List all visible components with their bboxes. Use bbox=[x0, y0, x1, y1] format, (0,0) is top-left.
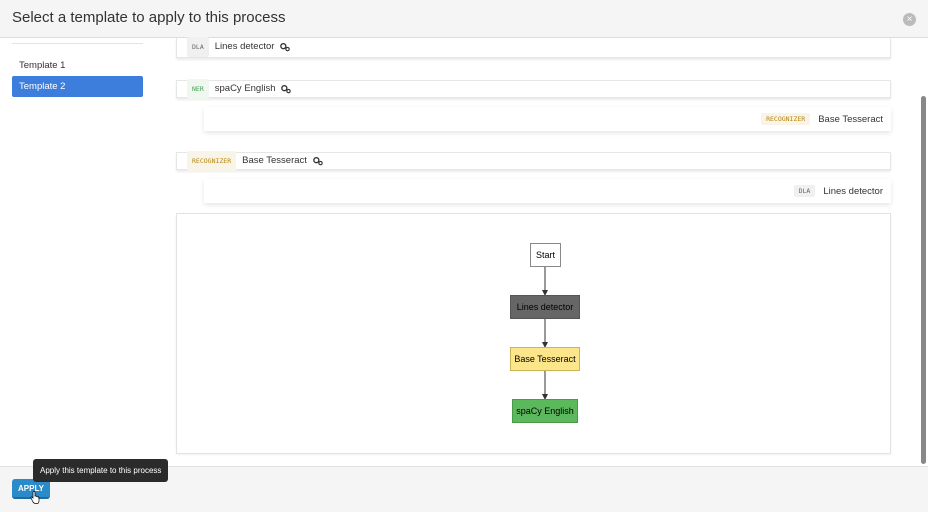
template-item-2[interactable]: Template 2 bbox=[12, 76, 143, 97]
task-label: Base Tesseract bbox=[242, 155, 307, 166]
task-type-badge: NER bbox=[187, 79, 209, 99]
parent-type-badge: DLA bbox=[793, 185, 816, 197]
parent-task-label: Lines detector bbox=[823, 185, 883, 197]
apply-tooltip: Apply this template to this process bbox=[33, 459, 169, 482]
task-label: Lines detector bbox=[214, 41, 275, 52]
workflow-graph: Start Lines detector Base Tesseract spaC… bbox=[176, 213, 891, 454]
scrollbar[interactable] bbox=[921, 96, 926, 464]
modal-title: Select a template to apply to this proce… bbox=[12, 9, 286, 26]
task-card: NER spaCy English bbox=[176, 79, 891, 99]
task-type-badge: DLA bbox=[187, 37, 209, 57]
gears-icon[interactable] bbox=[281, 84, 292, 94]
graph-node-spacy-english[interactable]: spaCy English bbox=[512, 399, 578, 423]
task-label: spaCy English bbox=[214, 83, 276, 94]
gears-icon[interactable] bbox=[280, 42, 291, 52]
task-card: RECOGNIZER Base Tesseract bbox=[176, 151, 891, 171]
template-item-1[interactable]: Template 1 bbox=[12, 55, 143, 76]
graph-node-start[interactable]: Start bbox=[530, 243, 561, 267]
task-card: DLA Lines detector bbox=[176, 37, 891, 58]
parent-task-card: DLA Lines detector bbox=[204, 179, 891, 203]
parent-type-badge: RECOGNIZER bbox=[761, 113, 811, 125]
close-icon[interactable]: × bbox=[903, 13, 916, 26]
modal-header: Select a template to apply to this proce… bbox=[0, 0, 928, 38]
template-list: Template 1 Template 2 bbox=[12, 43, 143, 97]
graph-node-lines-detector[interactable]: Lines detector bbox=[510, 295, 580, 319]
gears-icon[interactable] bbox=[313, 156, 323, 166]
graph-node-base-tesseract[interactable]: Base Tesseract bbox=[510, 347, 580, 371]
hand-cursor-icon bbox=[30, 491, 40, 504]
parent-task-label: Base Tesseract bbox=[818, 113, 883, 125]
task-type-badge: RECOGNIZER bbox=[187, 151, 237, 171]
parent-task-card: RECOGNIZER Base Tesseract bbox=[204, 107, 891, 131]
